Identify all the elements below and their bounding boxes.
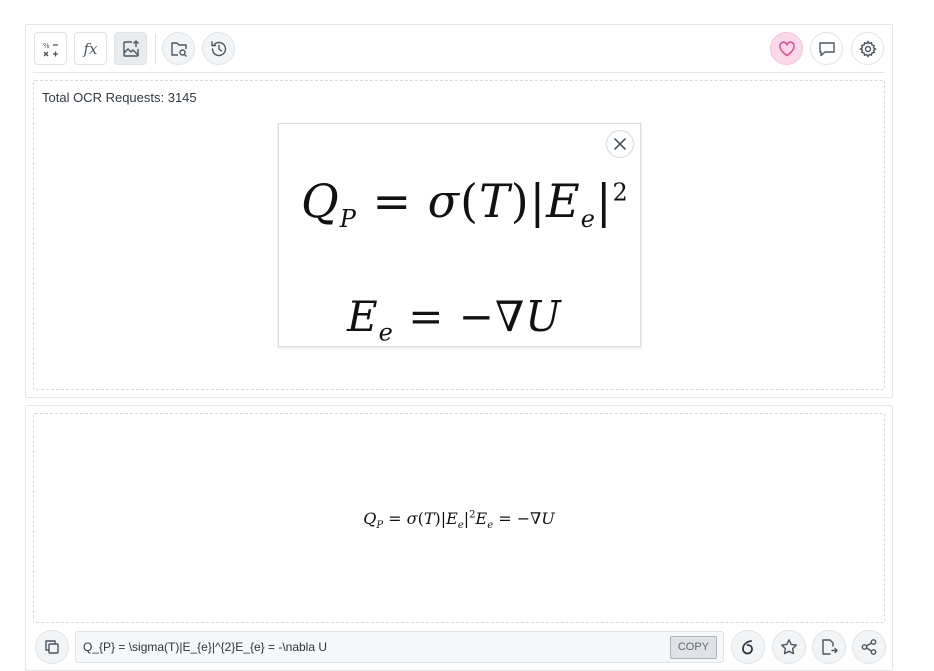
settings-button[interactable] [851, 32, 884, 65]
fx-icon: fx [83, 39, 98, 58]
history-icon [210, 40, 226, 56]
favorite-button[interactable] [770, 32, 803, 65]
gear-icon [858, 39, 877, 58]
copy-latex-button[interactable]: COPY [669, 636, 717, 659]
history-button[interactable] [202, 32, 235, 65]
latex-output-field[interactable]: Q_{P} = \sigma(T)|E_{e}|^{2}E_{e} = -\na… [75, 631, 724, 663]
star-icon [781, 639, 797, 655]
feedback-button[interactable] [810, 32, 843, 65]
toolbar-separator [33, 72, 885, 73]
image-upload-icon [122, 39, 139, 57]
copy-output-button[interactable] [35, 630, 69, 664]
rendered-output-area: QP = σ(T)|Ee|2Ee = −∇U [33, 413, 885, 623]
comment-icon [818, 41, 835, 56]
overleaf-icon [742, 640, 753, 655]
preview-equation-line-2: Ee = −∇U [347, 292, 562, 347]
latex-output-text: Q_{P} = \sigma(T)|E_{e}|^{2}E_{e} = -\na… [83, 640, 328, 654]
close-icon [614, 138, 626, 150]
bookmark-button[interactable] [772, 630, 806, 664]
folder-search-icon [170, 41, 187, 57]
heart-icon [778, 40, 795, 56]
preview-equation-line-1: QP = σ(T)|Ee|2 [301, 174, 629, 234]
output-panel: QP = σ(T)|Ee|2Ee = −∇U Q_{P} = \sigma(T)… [25, 405, 893, 671]
image-drop-area[interactable]: Total OCR Requests: 3145 QP = σ(T)|Ee|2 … [33, 80, 885, 390]
open-in-overleaf-button[interactable] [731, 630, 765, 664]
output-toolbar: Q_{P} = \sigma(T)|E_{e}|^{2}E_{e} = -\na… [35, 630, 886, 664]
export-button[interactable] [812, 630, 846, 664]
toolbar: % fx [33, 32, 885, 66]
open-file-button[interactable] [162, 32, 195, 65]
toolbar-divider [155, 34, 156, 64]
input-panel: % fx Total OCR Requests: 3145 QP = σ(T)|… [25, 24, 893, 398]
copy-icon [45, 640, 59, 654]
ocr-request-counter: Total OCR Requests: 3145 [42, 90, 197, 105]
share-button[interactable] [852, 630, 886, 664]
share-icon [861, 639, 877, 655]
math-symbols-button[interactable]: % [34, 32, 67, 65]
image-preview: QP = σ(T)|Ee|2 Ee = −∇U [278, 123, 641, 347]
svg-text:%: % [43, 42, 50, 50]
formula-button[interactable]: fx [74, 32, 107, 65]
image-upload-button[interactable] [114, 32, 147, 65]
export-icon [822, 639, 838, 655]
close-preview-button[interactable] [606, 130, 634, 158]
math-symbols-icon: % [43, 42, 58, 56]
rendered-equation: QP = σ(T)|Ee|2Ee = −∇U [363, 509, 555, 532]
